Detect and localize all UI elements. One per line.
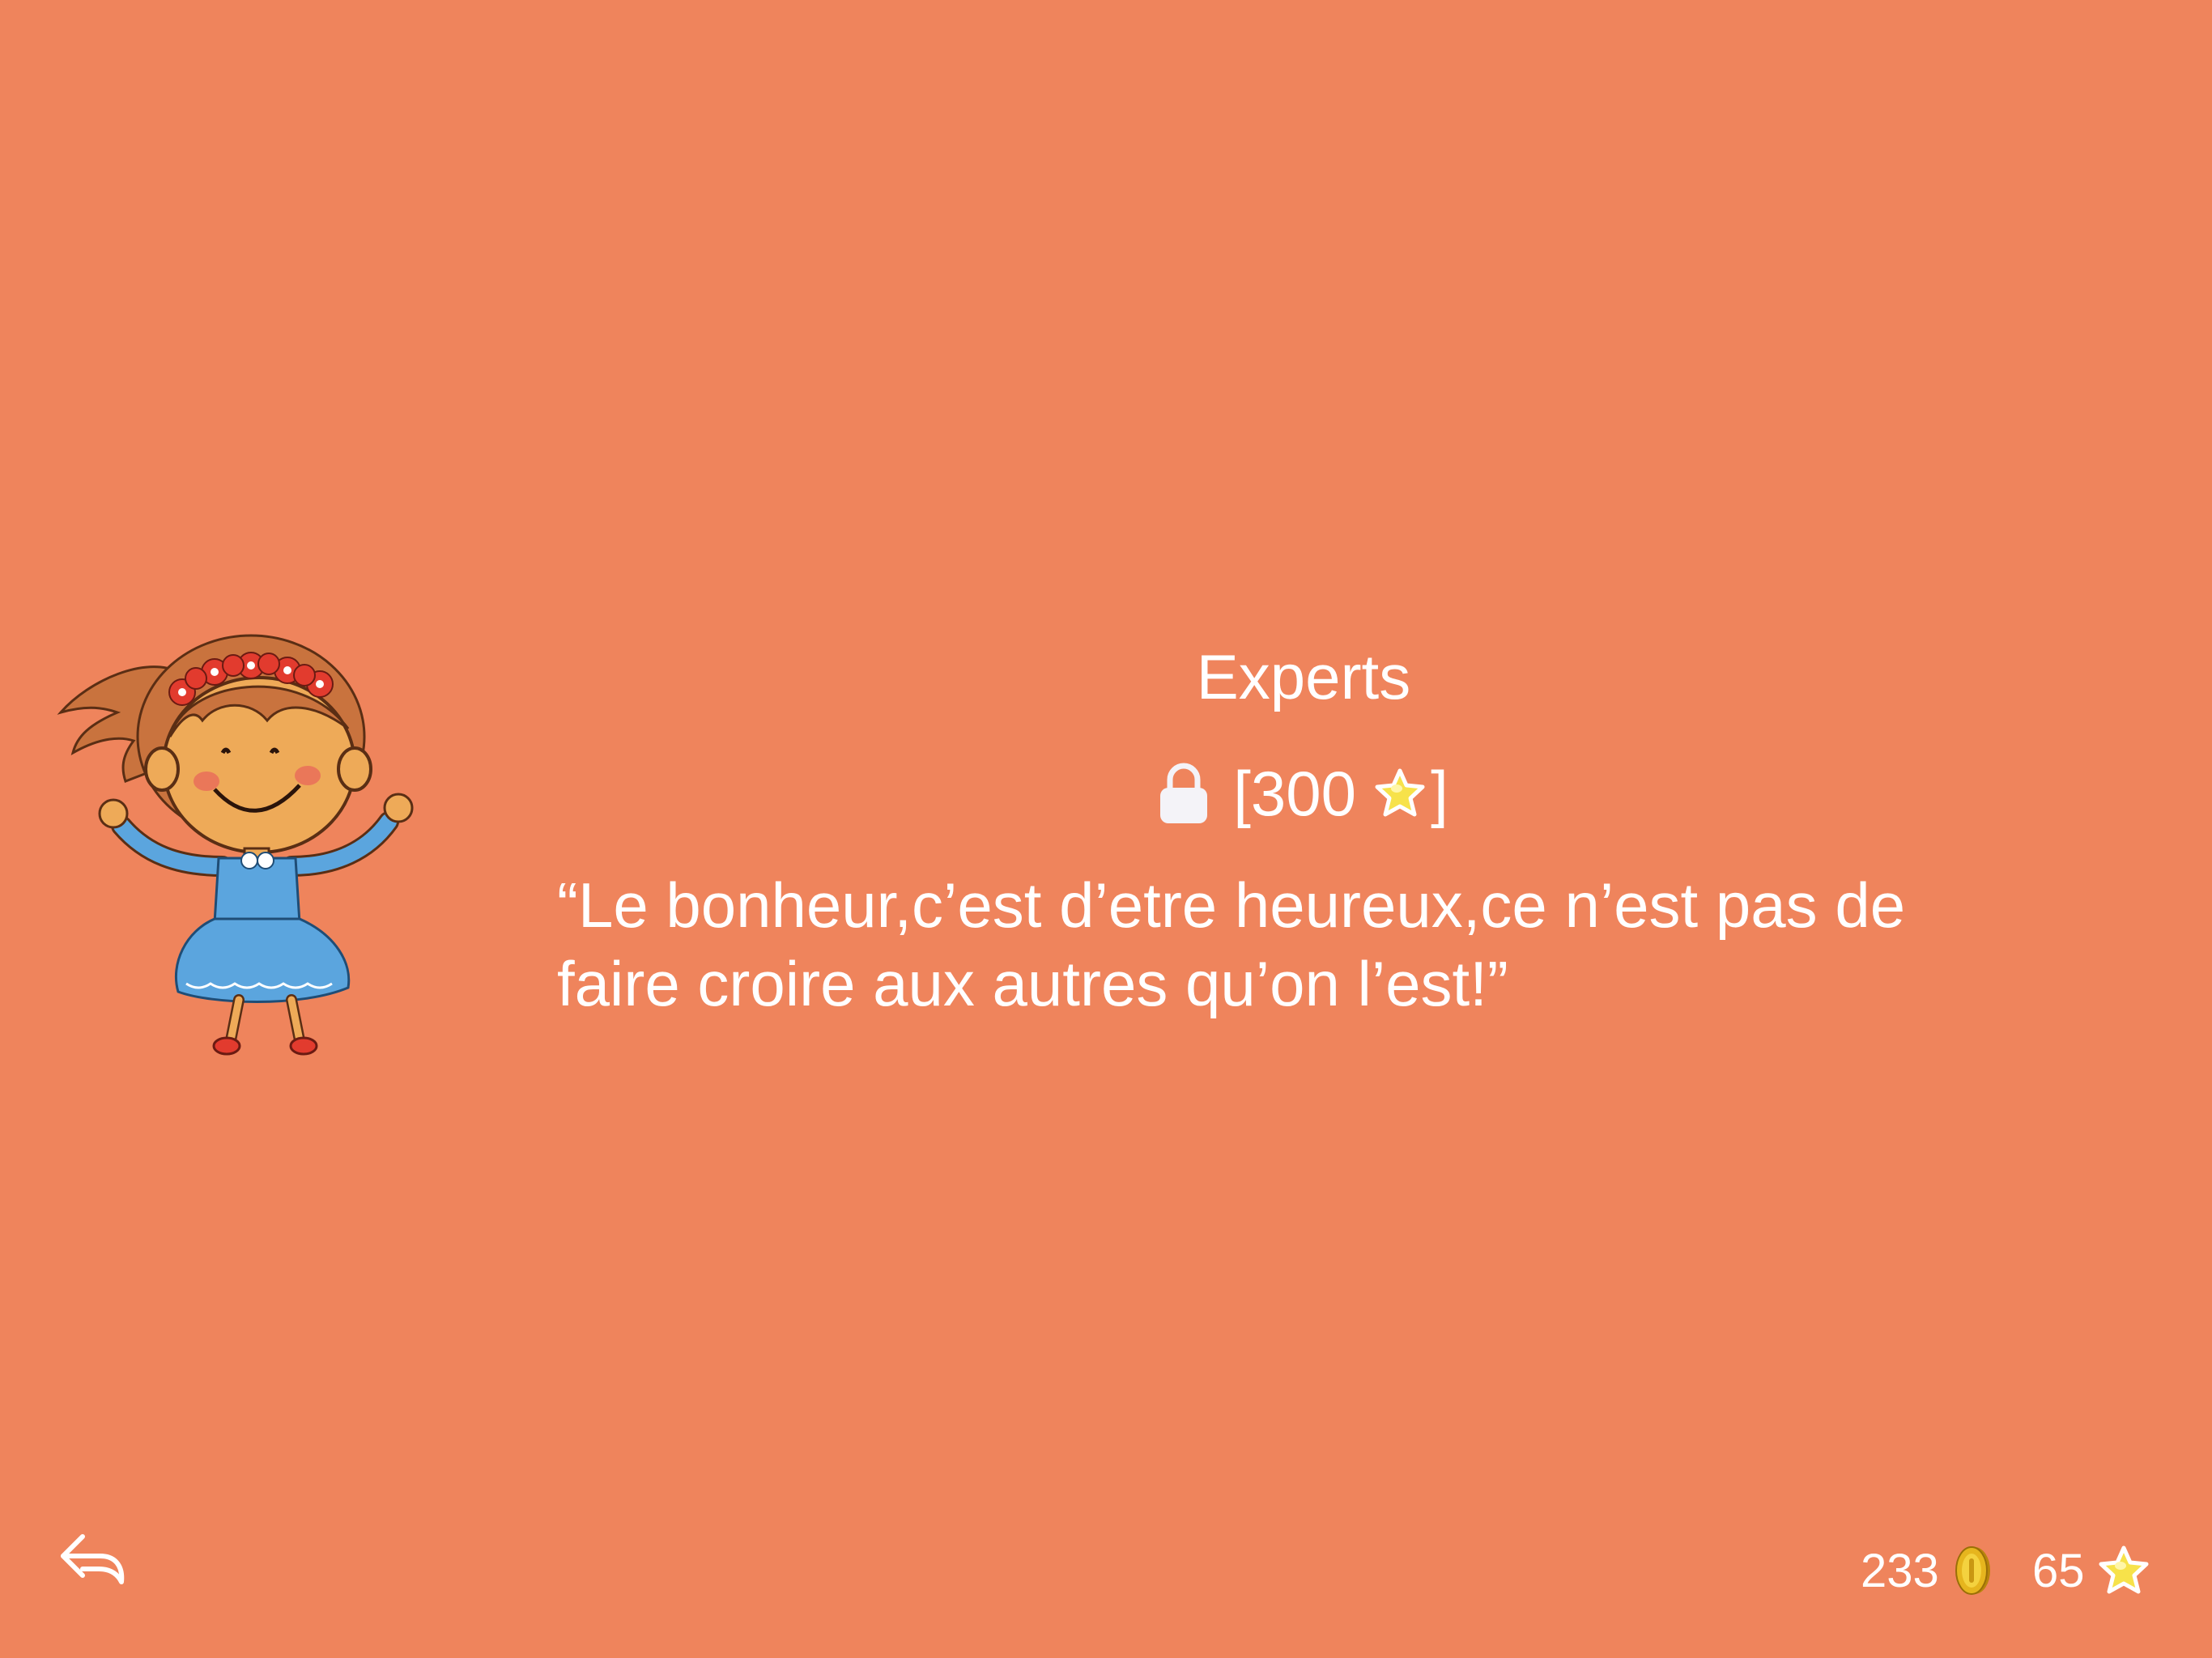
coins-value: 233 — [1861, 1544, 1939, 1597]
coin-icon — [1955, 1545, 1991, 1596]
back-button[interactable] — [58, 1527, 131, 1592]
star-icon — [1374, 767, 1426, 819]
requirement-close-bracket: ] — [1431, 758, 1448, 829]
requirement-open-bracket: [ — [1233, 758, 1251, 829]
quote-line: faire croire aux autres qu’on l’est!” — [557, 948, 1508, 1019]
quote-line: “Le bonheur,c’est d’etre heureux,ce n’es… — [557, 869, 1906, 941]
stars-counter: 65 — [2032, 1538, 2150, 1603]
requirement-stars-value: 300 — [1250, 758, 1357, 829]
star-icon — [2098, 1545, 2150, 1596]
level-screen: Experts [ 300 ] “Le bonheur,c’est d’etre… — [0, 0, 2212, 1658]
unlock-requirement: [ 300 ] — [1061, 749, 1546, 838]
level-title: Experts — [1196, 641, 1411, 712]
lock-icon — [1159, 762, 1209, 825]
coins-counter: 233 — [1861, 1538, 1991, 1603]
stars-value: 65 — [2032, 1544, 2085, 1597]
back-arrow-icon — [61, 1534, 125, 1584]
level-quote: “Le bonheur,c’est d’etre heureux,ce n’es… — [557, 866, 2063, 1023]
girl-character-illustration — [57, 623, 445, 1061]
